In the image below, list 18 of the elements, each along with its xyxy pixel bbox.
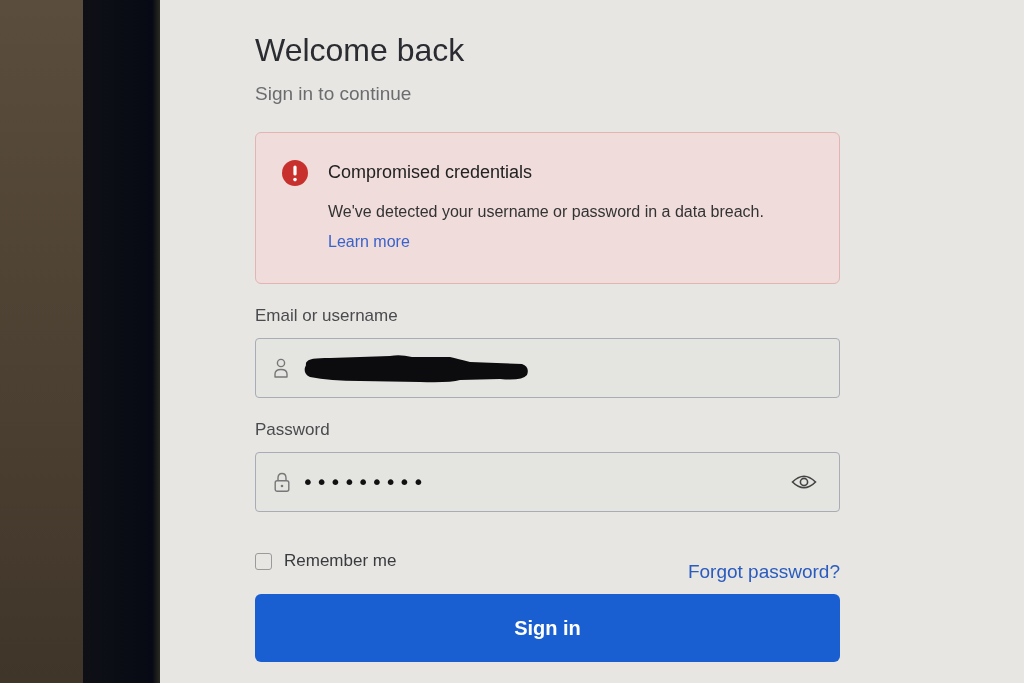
page-subtitle: Sign in to continue [255, 82, 412, 106]
forgot-password-link[interactable]: Forgot password? [687, 560, 840, 584]
person-icon [274, 358, 288, 378]
sign-in-button[interactable]: Sign in [255, 594, 840, 662]
remember-checkbox[interactable] [255, 552, 272, 570]
field-label: Password [255, 420, 330, 440]
page-title: Welcome back [255, 31, 465, 70]
alert-title: Compromised credentials [328, 161, 533, 184]
masked-password: ••••••••• [302, 470, 427, 494]
learn-more-link[interactable]: Learn more [328, 231, 410, 253]
email-field[interactable] [255, 338, 840, 398]
remember-label: Remember me [284, 550, 397, 572]
alert-message: We've detected your username or password in a data breach. [328, 202, 764, 222]
eye-icon[interactable] [791, 473, 817, 491]
field-label: Email or username [255, 306, 398, 326]
lock-icon [274, 472, 290, 492]
exclamation-icon [282, 160, 308, 186]
password-field[interactable]: ••••••••• [255, 452, 840, 512]
